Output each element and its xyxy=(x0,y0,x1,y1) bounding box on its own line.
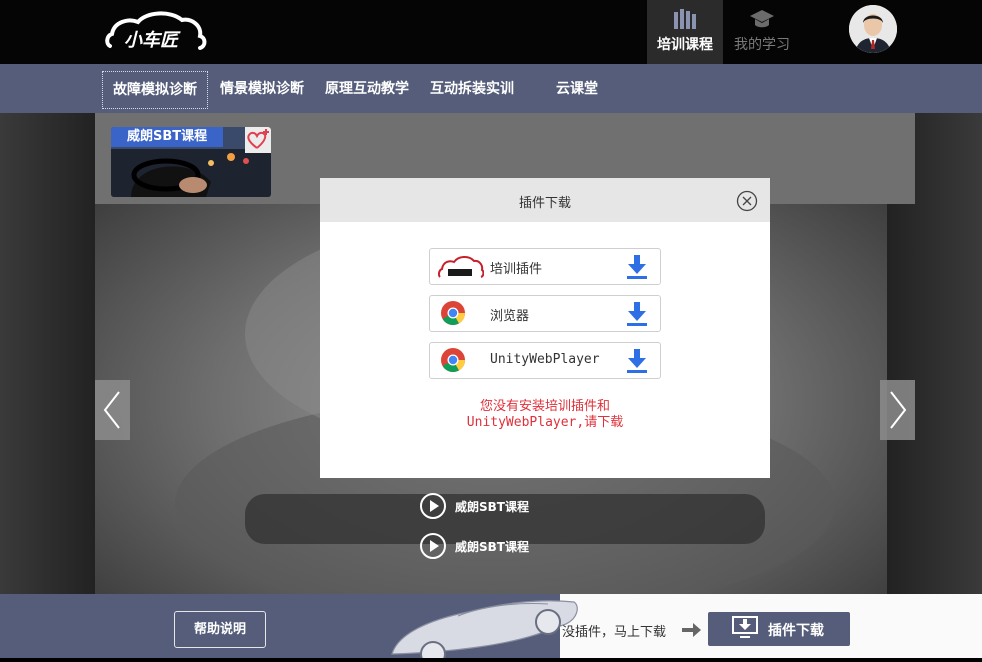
subnav-disassembly-training[interactable]: 互动拆装实训 xyxy=(430,71,514,107)
footer-bar: 帮助说明 没插件，马上下载 插件下载 xyxy=(0,594,982,662)
download-row-label: UnityWebPlayer xyxy=(490,352,600,367)
xiaochejiang-logo-icon xyxy=(437,253,485,279)
top-bar: 小车匠 培训课程 我的学习 xyxy=(0,0,982,64)
close-icon xyxy=(736,190,758,212)
arrow-right-icon xyxy=(682,622,702,637)
subnav-principle-teaching[interactable]: 原理互动教学 xyxy=(325,71,409,107)
chevron-right-icon xyxy=(890,391,907,429)
svg-text:小车匠: 小车匠 xyxy=(124,30,181,51)
prev-arrow-button[interactable] xyxy=(95,380,130,440)
download-row-browser[interactable]: 浏览器 xyxy=(429,295,661,332)
download-icon[interactable] xyxy=(626,254,648,280)
help-button[interactable]: 帮助说明 xyxy=(174,611,266,648)
graduation-cap-icon xyxy=(750,8,774,30)
chrome-icon xyxy=(438,347,484,373)
nav-training-courses[interactable]: 培训课程 xyxy=(647,0,723,64)
chevron-left-icon xyxy=(103,391,120,429)
course-card[interactable]: 威朗SBT课程 xyxy=(111,127,271,197)
dialog-title: 插件下载 xyxy=(518,196,571,211)
play-icon xyxy=(420,493,446,519)
warning-line-1: 您没有安装培训插件和 xyxy=(479,399,610,414)
plugin-download-button[interactable]: 插件下载 xyxy=(708,612,850,646)
nav-label: 我的学习 xyxy=(734,37,790,53)
car-sketch-illustration xyxy=(388,594,588,662)
subnav-scenario-simulation[interactable]: 情景模拟诊断 xyxy=(220,71,304,107)
stage-left-edge xyxy=(0,113,95,594)
dialog-header: 插件下载 xyxy=(320,178,770,222)
chrome-icon xyxy=(438,300,484,326)
user-avatar[interactable] xyxy=(849,5,897,53)
course-list-label: 威朗SBT课程 xyxy=(455,500,529,514)
subnav-fault-simulation[interactable]: 故障模拟诊断 xyxy=(102,71,208,109)
plugin-missing-warning: 您没有安装培训插件和 UnityWebPlayer,请下载 xyxy=(320,399,770,431)
nav-label: 培训课程 xyxy=(657,37,713,53)
download-row-unity-web-player[interactable]: UnityWebPlayer xyxy=(429,342,661,379)
subnav-cloud-classroom[interactable]: 云课堂 xyxy=(556,71,598,107)
dialog-close-button[interactable] xyxy=(736,190,758,212)
download-row-label: 培训插件 xyxy=(490,262,543,277)
download-row-label: 浏览器 xyxy=(490,309,530,324)
next-arrow-button[interactable] xyxy=(880,380,915,440)
course-list-label: 威朗SBT课程 xyxy=(455,540,529,554)
nav-my-learning[interactable]: 我的学习 xyxy=(724,0,800,64)
category-nav: 故障模拟诊断 情景模拟诊断 原理互动教学 互动拆装实训 云课堂 xyxy=(0,64,982,113)
books-icon xyxy=(673,8,697,30)
download-row-training-plugin[interactable]: 培训插件 xyxy=(429,248,661,285)
play-icon xyxy=(420,533,446,559)
course-title-tag: 威朗SBT课程 xyxy=(111,127,224,147)
warning-line-2: UnityWebPlayer,请下载 xyxy=(466,415,624,430)
favorite-button[interactable] xyxy=(245,127,271,153)
plugin-download-label: 插件下载 xyxy=(768,623,824,639)
brand-logo[interactable]: 小车匠 xyxy=(104,8,208,52)
download-icon[interactable] xyxy=(626,301,648,327)
plugin-download-dialog: 插件下载 培训插件 浏览器 UnityWebPlayer 您没有安装培训插件和 … xyxy=(320,178,770,478)
no-plugin-message: 没插件，马上下载 xyxy=(562,625,667,640)
download-monitor-icon xyxy=(732,616,758,640)
heart-add-icon xyxy=(247,129,269,149)
download-icon[interactable] xyxy=(626,348,648,374)
